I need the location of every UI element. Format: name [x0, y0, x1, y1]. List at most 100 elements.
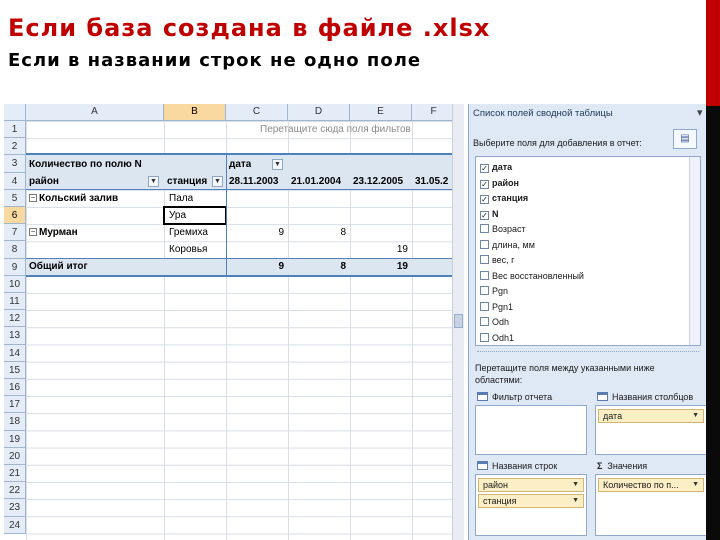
row-header-16[interactable]: 16: [4, 379, 26, 397]
column-header-a[interactable]: A: [26, 104, 164, 121]
row-header-6[interactable]: 6: [4, 207, 26, 225]
checkbox-checked-icon[interactable]: ✓: [480, 179, 489, 189]
sheet-vertical-scrollbar[interactable]: [452, 104, 464, 540]
chip-count-n[interactable]: Количество по п... ▼: [598, 478, 704, 492]
row-header-11[interactable]: 11: [4, 293, 26, 311]
row-header-19[interactable]: 19: [4, 430, 26, 448]
spreadsheet[interactable]: A B C D E F 1 2 3 4 5 6 7 8 9 10 11 12 13 14 15 16 17 18 1…: [4, 104, 464, 540]
select-all-corner[interactable]: [4, 104, 26, 121]
field-list[interactable]: ✓ дата ✓ район ✓ станция ✓ N Возраст длина, мм вес…: [475, 156, 701, 346]
scrollbar-thumb[interactable]: [454, 314, 463, 328]
station-ura: Ура: [169, 210, 187, 221]
checkbox-checked-icon[interactable]: ✓: [480, 195, 489, 204]
column-field-dropdown[interactable]: ▼: [272, 159, 283, 170]
field-label: Возраст: [492, 224, 526, 234]
chip-data[interactable]: дата ▼: [598, 409, 704, 423]
field-item[interactable]: Odh1: [480, 331, 514, 346]
layout-options-button[interactable]: ▤: [673, 129, 697, 149]
field-item[interactable]: Вес восстановленный: [480, 269, 584, 284]
column-header-d[interactable]: D: [288, 104, 350, 121]
field-label: станция: [492, 193, 529, 203]
panel-title: Список полей сводной таблицы: [473, 108, 613, 119]
row-header-22[interactable]: 22: [4, 482, 26, 500]
stantsiya-filter-dropdown[interactable]: ▼: [212, 176, 223, 187]
row-header-18[interactable]: 18: [4, 413, 26, 431]
row-header-10[interactable]: 10: [4, 275, 26, 293]
report-filter-label: Фильтр отчета: [477, 392, 552, 402]
pivot-column-field: дата: [229, 159, 252, 170]
field-label: вес, г: [492, 255, 515, 265]
collapse-murman-button[interactable]: −: [29, 228, 37, 236]
row-header-3[interactable]: 3: [4, 155, 26, 173]
pivot-value-header: Количество по полю N: [29, 159, 142, 170]
row-header-20[interactable]: 20: [4, 447, 26, 465]
checkbox-unchecked-icon[interactable]: [480, 286, 489, 295]
row-header-12[interactable]: 12: [4, 310, 26, 328]
checkbox-unchecked-icon[interactable]: [480, 301, 489, 311]
station-pala: Пала: [169, 193, 194, 204]
report-filter-area[interactable]: [475, 405, 587, 455]
row-header-23[interactable]: 23: [4, 499, 26, 517]
panel-splitter[interactable]: [477, 351, 699, 355]
rayon-filter-dropdown[interactable]: ▼: [148, 176, 159, 187]
field-item[interactable]: Pgn1: [480, 300, 513, 315]
row-header-4[interactable]: 4: [4, 172, 26, 190]
panel-close-icon[interactable]: ▾: [697, 106, 703, 119]
total-c: 9: [278, 261, 284, 272]
chip-rayon[interactable]: район ▼: [478, 478, 584, 492]
column-header-f[interactable]: F: [412, 104, 456, 121]
row-header-1[interactable]: 1: [4, 121, 26, 139]
value-r7-d: 8: [340, 227, 346, 238]
sigma-icon: Σ: [597, 461, 603, 471]
panel-subtitle: Выберите поля для добавления в отчет:: [473, 138, 642, 148]
row-header-8[interactable]: 8: [4, 241, 26, 259]
field-label: район: [492, 177, 519, 188]
collapse-kola-button[interactable]: −: [29, 194, 37, 202]
column-labels-label: Названия столбцов: [597, 392, 705, 402]
field-list-scrollbar[interactable]: [689, 157, 700, 345]
row-header-15[interactable]: 15: [4, 361, 26, 379]
row-header-5[interactable]: 5: [4, 189, 26, 207]
field-item[interactable]: Pgn: [480, 284, 508, 299]
chip-stantsiya[interactable]: станция ▼: [478, 494, 584, 508]
field-item[interactable]: ✓ дата: [480, 160, 512, 175]
field-label: длина, мм: [492, 239, 535, 250]
group-kola: Кольский залив: [39, 193, 119, 204]
row-header-9[interactable]: 9: [4, 258, 26, 276]
row-header-13[interactable]: 13: [4, 327, 26, 345]
column-header-c[interactable]: C: [226, 104, 288, 121]
row-header-17[interactable]: 17: [4, 396, 26, 414]
row-labels-area[interactable]: район ▼ станция ▼: [475, 474, 587, 536]
checkbox-checked-icon[interactable]: ✓: [480, 210, 489, 220]
field-item[interactable]: ✓ N: [480, 207, 499, 222]
checkbox-checked-icon[interactable]: ✓: [480, 164, 489, 173]
drag-hint: Перетащите поля между указанными ниже об…: [475, 363, 655, 385]
field-item[interactable]: Возраст: [480, 222, 526, 237]
column-labels-area[interactable]: дата ▼: [595, 405, 706, 455]
field-item[interactable]: ✓ район: [480, 176, 519, 191]
column-header-b[interactable]: B: [164, 104, 226, 121]
column-header-e[interactable]: E: [350, 104, 412, 121]
value-r7-c: 9: [278, 227, 284, 238]
row-header-2[interactable]: 2: [4, 138, 26, 156]
checkbox-unchecked-icon[interactable]: [480, 317, 489, 326]
checkbox-unchecked-icon[interactable]: [480, 224, 489, 233]
checkbox-unchecked-icon[interactable]: [480, 332, 489, 342]
grand-total-label: Общий итог: [29, 261, 88, 272]
row-header-21[interactable]: 21: [4, 465, 26, 483]
field-item[interactable]: вес, г: [480, 253, 514, 268]
field-label: Odh: [492, 317, 510, 327]
field-item[interactable]: ✓ станция: [480, 191, 528, 206]
filter-drop-hint: Перетащите сюда поля фильтов: [260, 124, 411, 135]
checkbox-unchecked-icon[interactable]: [480, 255, 489, 264]
checkbox-unchecked-icon[interactable]: [480, 239, 489, 249]
field-item[interactable]: Odh: [480, 315, 509, 330]
checkbox-unchecked-icon[interactable]: [480, 270, 489, 280]
field-item[interactable]: длина, мм: [480, 238, 535, 253]
field-label: дата: [492, 162, 513, 172]
values-area[interactable]: Количество по п... ▼: [595, 474, 706, 536]
row-header-14[interactable]: 14: [4, 344, 26, 362]
field-label: Odh1: [492, 332, 515, 343]
row-header-7[interactable]: 7: [4, 224, 26, 242]
row-header-24[interactable]: 24: [4, 516, 26, 534]
